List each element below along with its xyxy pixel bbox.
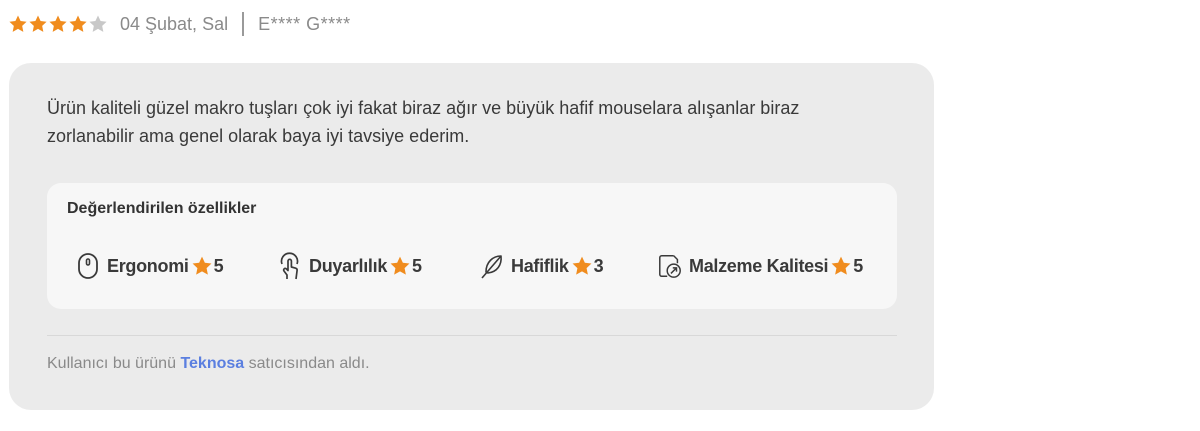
review-comment-line: zorlanabilir ama genel olarak baya iyi t… bbox=[47, 126, 470, 146]
mouse-icon bbox=[75, 251, 101, 281]
touch-hand-icon bbox=[277, 251, 303, 281]
star-filled-icon bbox=[29, 15, 47, 32]
star-filled-icon bbox=[69, 15, 87, 32]
star-filled-icon bbox=[390, 256, 410, 275]
feature-score: 5 bbox=[412, 255, 423, 276]
features-title: Değerlendirilen özellikler bbox=[67, 200, 257, 217]
feature-hafiflik: Hafiflik 3 bbox=[479, 249, 604, 283]
seller-link[interactable]: Teknosa bbox=[180, 355, 244, 372]
star-filled-icon bbox=[192, 256, 212, 275]
review-date: 04 Şubat, Sal bbox=[120, 13, 229, 34]
feature-name: Ergonomi bbox=[107, 255, 189, 276]
review-header: 04 Şubat, Sal E**** G**** bbox=[8, 10, 351, 38]
review-item: 04 Şubat, Sal E**** G**** Ürün kaliteli … bbox=[0, 0, 1200, 431]
seller-note: Kullanıcı bu ürünü Teknosa satıcısından … bbox=[47, 355, 370, 373]
review-card: Ürün kaliteli güzel makro tuşları çok iy… bbox=[9, 63, 934, 410]
feature-ergonomi: Ergonomi 5 bbox=[75, 249, 224, 283]
star-empty-icon bbox=[89, 15, 107, 32]
rating-stars bbox=[8, 14, 108, 34]
feature-name: Malzeme Kalitesi bbox=[689, 255, 829, 276]
star-filled-icon bbox=[49, 15, 67, 32]
feature-score: 5 bbox=[213, 255, 224, 276]
feature-name: Duyarlılık bbox=[309, 255, 388, 276]
divider bbox=[47, 335, 897, 336]
review-author: E**** G**** bbox=[258, 13, 351, 34]
review-comment-line: Ürün kaliteli güzel makro tuşları çok iy… bbox=[47, 98, 800, 118]
review-comment: Ürün kaliteli güzel makro tuşları çok iy… bbox=[47, 94, 847, 150]
star-filled-icon bbox=[9, 15, 27, 32]
header-separator bbox=[242, 12, 245, 36]
rated-features-panel: Değerlendirilen özellikler Ergonomi 5 Du… bbox=[47, 183, 897, 309]
feature-score: 5 bbox=[853, 255, 864, 276]
feature-score: 3 bbox=[593, 255, 604, 276]
feature-name: Hafiflik bbox=[511, 255, 569, 276]
feature-duyarlilik: Duyarlılık 5 bbox=[277, 249, 422, 283]
seller-prefix: Kullanıcı bu ürünü bbox=[47, 355, 176, 372]
material-quality-icon bbox=[657, 251, 683, 281]
star-filled-icon bbox=[831, 256, 851, 275]
feature-malzeme-kalitesi: Malzeme Kalitesi 5 bbox=[657, 249, 863, 283]
feather-icon bbox=[479, 251, 505, 281]
star-filled-icon bbox=[572, 256, 592, 275]
seller-suffix: satıcısından aldı. bbox=[248, 355, 370, 372]
